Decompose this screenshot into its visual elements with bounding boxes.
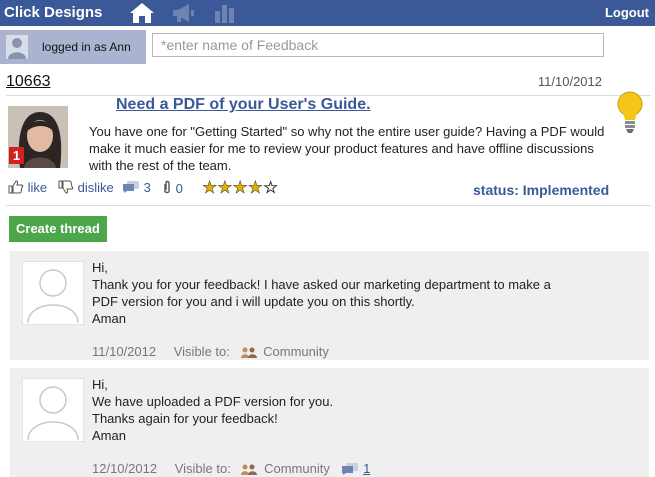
logged-in-label: logged in as Ann (42, 40, 131, 54)
comments-count: 3 (143, 180, 151, 195)
user-placeholder-icon (22, 378, 84, 442)
user-placeholder-icon (22, 261, 84, 325)
notification-badge: 1 (9, 147, 24, 164)
visible-to-label: Visible to: (174, 461, 231, 477)
thread-meta: 12/10/2012 Visible to: Community 1 (92, 460, 370, 476)
thread-line: Aman (92, 428, 126, 443)
community-icon (241, 464, 258, 475)
attachments-count: 0 (175, 181, 183, 196)
thumbs-down-icon (58, 180, 74, 194)
bar-chart-icon[interactable] (213, 2, 239, 24)
star-filled-icon[interactable]: ★ (247, 178, 263, 198)
comments-button[interactable]: 3 (122, 180, 151, 195)
visible-to-label: Visible to: (173, 344, 230, 360)
thread-line: Thanks again for your feedback! (92, 411, 278, 426)
thread-item: Hi, Thank you for your feedback! I have … (10, 251, 649, 360)
top-navigation-bar: Click Designs Logout (0, 0, 655, 26)
thread-meta: 11/10/2012 Visible to: Community (92, 343, 329, 359)
lightbulb-icon (617, 91, 643, 133)
visibility-value: Community (264, 461, 330, 477)
star-filled-icon[interactable]: ★ (217, 178, 233, 198)
thread-date: 11/10/2012 (92, 344, 157, 360)
comments-icon (123, 181, 139, 193)
megaphone-icon[interactable] (170, 2, 196, 24)
star-rating[interactable]: ★★★★☆ (202, 178, 279, 198)
user-avatar-icon (6, 35, 28, 59)
thread-line: Aman (92, 311, 126, 326)
thread-line: Thank you for your feedback! I have aske… (92, 277, 551, 292)
feedback-description: You have one for "Getting Started" so wh… (89, 124, 605, 173)
like-button[interactable]: like (8, 180, 47, 195)
dislike-label: dislike (77, 180, 114, 195)
star-empty-icon[interactable]: ☆ (263, 178, 279, 198)
logged-in-user-box: logged in as Ann (0, 30, 146, 64)
thumbs-up-icon (8, 180, 24, 194)
replies-count-link[interactable]: 1 (363, 461, 370, 476)
feedback-id-link[interactable]: 10663 (6, 73, 51, 91)
feedback-date: 11/10/2012 (537, 74, 602, 89)
star-filled-icon[interactable]: ★ (232, 178, 248, 198)
dislike-button[interactable]: dislike (58, 180, 114, 195)
star-filled-icon[interactable]: ★ (202, 178, 218, 198)
home-icon[interactable] (129, 2, 155, 24)
thread-message: Hi, We have uploaded a PDF version for y… (92, 376, 632, 444)
replies-icon[interactable] (341, 462, 359, 476)
like-label: like (27, 180, 48, 195)
thread-line: Hi, (92, 260, 108, 275)
feedback-title-link[interactable]: Need a PDF of your User's Guide. (116, 96, 371, 114)
attachments-button[interactable]: 0 (162, 180, 183, 196)
feedback-status: status: Implemented (473, 182, 609, 198)
paperclip-icon (164, 180, 170, 194)
brand-name[interactable]: Click Designs (4, 4, 102, 21)
thread-line: We have uploaded a PDF version for you. (92, 394, 334, 409)
thread-item: Hi, We have uploaded a PDF version for y… (10, 368, 649, 477)
feedback-search-input[interactable] (152, 33, 604, 57)
logout-link[interactable]: Logout (605, 5, 649, 20)
thread-message: Hi, Thank you for your feedback! I have … (92, 259, 632, 327)
status-value: Implemented (522, 182, 610, 198)
thread-line: Hi, (92, 377, 108, 392)
thread-date: 12/10/2012 (92, 461, 158, 477)
create-thread-button[interactable]: Create thread (9, 216, 107, 242)
status-label: status: (473, 182, 519, 198)
divider (6, 205, 651, 206)
visibility-value: Community (263, 344, 329, 360)
community-icon (240, 347, 257, 358)
thread-line: PDF version for you and i will update yo… (92, 294, 415, 309)
